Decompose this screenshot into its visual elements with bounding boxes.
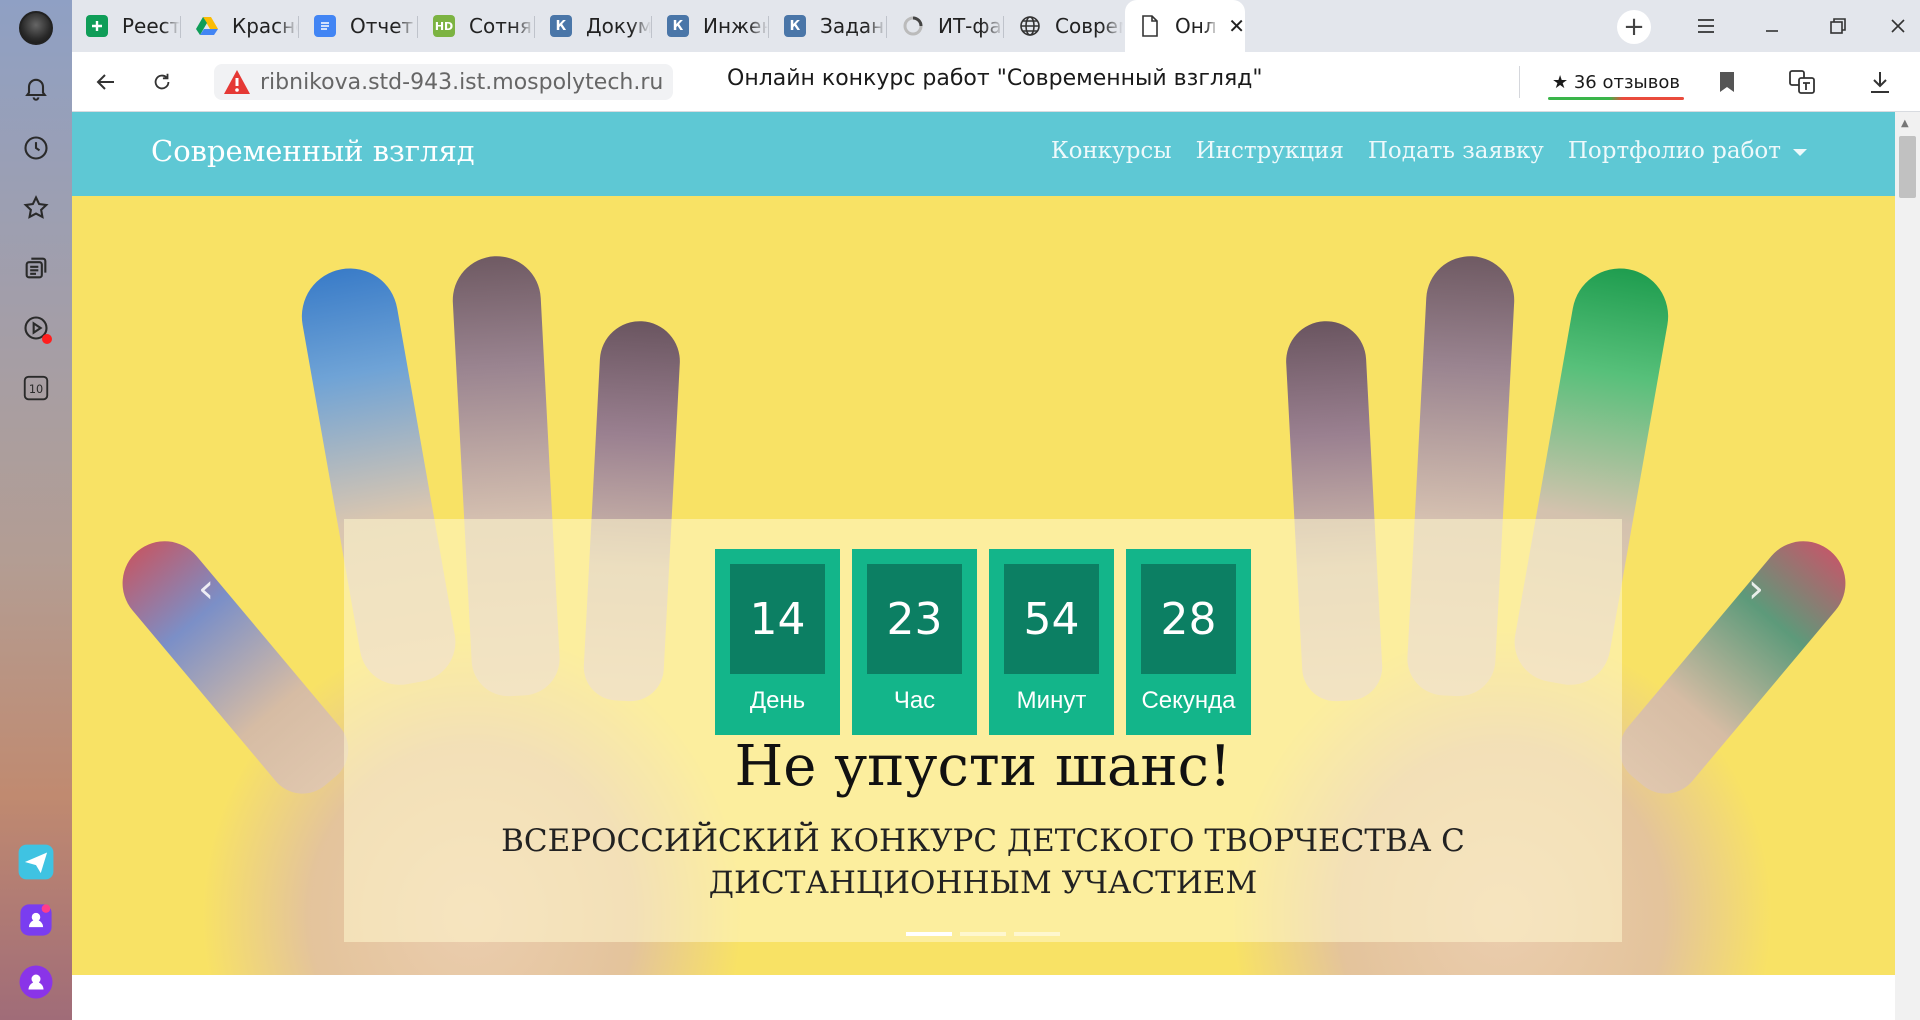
hero-carousel: ‹ › 14 День 23 Час 54 Минут 28 Секунда Н… [72,196,1895,975]
url-field[interactable]: ribnikova.std-943.ist.mospolytech.ru [214,64,674,100]
tab-otchet[interactable]: Отчет по [300,6,417,46]
site-navbar: Современный взгляд Конкурсы Инструкция П… [72,112,1895,196]
hd-icon: HD [433,15,455,37]
menu-hamburger-icon[interactable] [1686,10,1726,42]
google-drive-icon [196,15,218,37]
ten-counter-icon[interactable]: 10 [16,368,56,408]
scroll-up-arrow-icon[interactable]: ▲ [1901,118,1909,129]
minimize-icon[interactable] [1752,10,1792,42]
dropdown-caret-icon [1793,148,1807,156]
page-content-start [72,975,1895,1020]
page-scrollbar[interactable]: ▲ [1895,112,1920,1020]
carousel-prev-arrow-icon[interactable]: ‹ [198,566,214,612]
vk-icon: К [550,15,572,37]
tab-zadanie[interactable]: КЗадание [770,6,886,46]
bookmarks-star-icon[interactable] [16,188,56,228]
tab-dokument[interactable]: КДокумен [536,6,651,46]
translate-icon[interactable] [1784,64,1820,100]
loading-icon [902,15,924,37]
countdown-seconds: 28 Секунда [1126,549,1251,735]
site-brand[interactable]: Современный взгляд [151,134,475,168]
hero-image-finger [1605,524,1863,808]
tab-it-fakultet[interactable]: ИТ-факу [888,6,1003,46]
reload-icon[interactable] [144,64,180,100]
hero-image-finger [105,524,363,808]
menu-item-konkursy[interactable]: Конкурсы [1051,138,1172,164]
alice-assistant-icon[interactable] [16,900,56,940]
tab-reestr[interactable]: Реестр и [72,6,180,46]
profile-avatar[interactable] [16,8,56,48]
page-icon [1139,15,1161,37]
site-menu: Конкурсы Инструкция Подать заявку Портфо… [1051,138,1807,164]
scroll-thumb[interactable] [1899,136,1916,198]
hero-subheadline: ВСЕРОССИЙСКИЙ КОНКУРС ДЕТСКОГО ТВОРЧЕСТВ… [501,823,1465,901]
menu-item-instrukciya[interactable]: Инструкция [1196,138,1344,164]
insecure-warning-icon[interactable] [220,67,254,97]
rating-underline [1548,97,1684,100]
back-arrow-icon[interactable] [88,64,124,100]
tab-krasnov[interactable]: Краснов [182,6,298,46]
alice-voice-icon[interactable] [16,962,56,1002]
url-text[interactable]: ribnikova.std-943.ist.mospolytech.ru [260,70,663,95]
bookmark-icon[interactable] [1709,64,1745,100]
tab-sotnya[interactable]: HDСотня (1 [419,6,534,46]
restore-window-icon[interactable] [1818,10,1858,42]
new-tab-button[interactable]: + [1617,10,1651,44]
countdown-minutes: 54 Минут [989,549,1114,735]
countdown-hours: 23 Час [852,549,977,735]
tab-onlain-active[interactable]: Онлай ✕ [1125,0,1245,52]
video-play-icon[interactable] [16,308,56,348]
carousel-indicator-2[interactable] [960,932,1006,936]
close-window-icon[interactable] [1878,10,1918,42]
menu-item-podat-zayavku[interactable]: Подать заявку [1368,138,1544,164]
notification-dot [42,334,52,344]
carousel-indicator-1[interactable] [906,932,952,936]
bell-icon[interactable] [16,68,56,108]
download-icon[interactable] [1862,64,1898,100]
vk-icon: К [784,15,806,37]
messenger-send-icon[interactable] [16,842,56,882]
tab-inzhener[interactable]: КИнженер [653,6,768,46]
collections-icon[interactable] [16,248,56,288]
google-docs-icon [314,15,336,37]
google-sheets-icon [86,15,108,37]
menu-item-portfolio[interactable]: Портфолио работ [1568,138,1807,164]
tab-sovremennyi[interactable]: Совреме [1005,6,1123,46]
carousel-next-arrow-icon[interactable]: › [1748,566,1764,612]
carousel-indicators [906,932,1060,936]
close-tab-icon[interactable]: ✕ [1228,14,1245,38]
page-title: Онлайн конкурс работ "Современный взгляд… [727,66,1263,91]
carousel-indicator-3[interactable] [1014,932,1060,936]
vk-icon: К [667,15,689,37]
reviews-badge[interactable]: ★ 36 отзывов [1548,62,1684,102]
hero-headline: Не упусти шанс! [734,734,1232,799]
svg-text:10: 10 [29,383,43,396]
history-clock-icon[interactable] [16,128,56,168]
address-bar: ribnikova.std-943.ist.mospolytech.ru Онл… [72,52,1920,112]
globe-icon [1019,15,1041,37]
countdown-days: 14 День [715,549,840,735]
tab-strip: Реестр и Краснов Отчет по HDСотня (1 КДо… [72,0,1920,52]
browser-sidebar: 10 [0,0,72,1020]
